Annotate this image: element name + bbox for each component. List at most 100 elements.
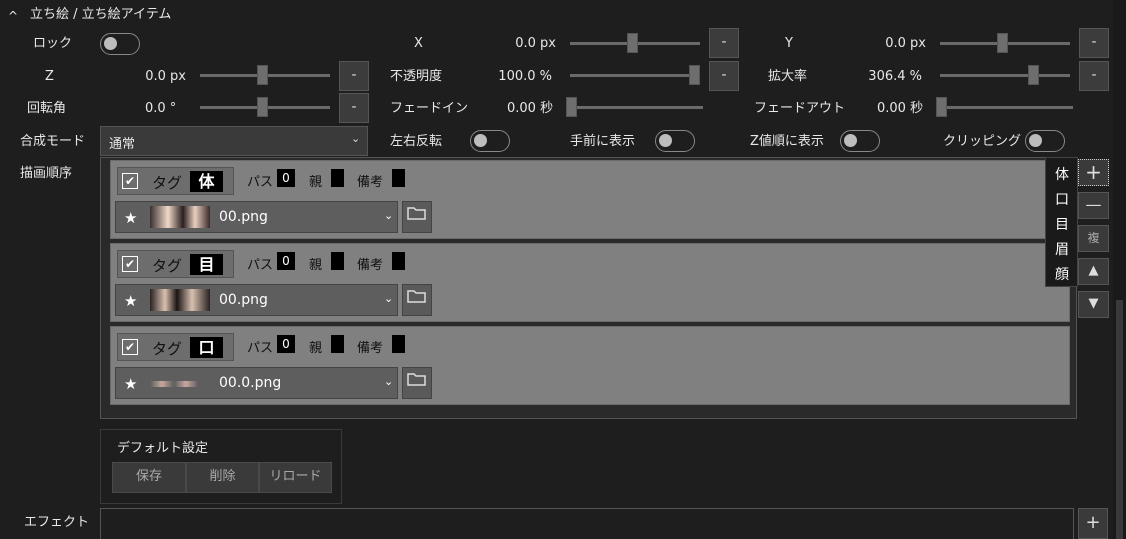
parent-value[interactable] xyxy=(331,335,344,353)
pass-value[interactable]: 0 xyxy=(277,169,295,187)
parent-value[interactable] xyxy=(331,169,344,187)
rotation-value[interactable]: 0.0 ° xyxy=(145,101,176,117)
scrollbar-thumb[interactable] xyxy=(1116,300,1123,539)
move-up-button[interactable]: ▲ xyxy=(1078,258,1109,285)
opacity-value[interactable]: 100.0 % xyxy=(476,69,552,85)
y-slider-thumb[interactable] xyxy=(997,33,1008,53)
zorder-label: Z値順に表示 xyxy=(750,134,824,149)
parent-label: 親 xyxy=(309,175,323,190)
file-name: 00.0.png xyxy=(219,375,282,391)
lock-label: ロック xyxy=(33,36,73,51)
chevron-down-icon: ⌄ xyxy=(384,209,394,222)
popup-item[interactable]: 顔 xyxy=(1055,264,1069,284)
lock-toggle[interactable] xyxy=(100,33,140,55)
star-icon[interactable]: ★ xyxy=(124,292,137,310)
scale-value[interactable]: 306.4 % xyxy=(846,69,922,85)
popup-item[interactable]: 口 xyxy=(1055,189,1069,209)
rotation-slider-thumb[interactable] xyxy=(257,97,268,117)
tag-box[interactable]: ✔ タグ 口 xyxy=(117,333,234,361)
add-layer-button[interactable]: + xyxy=(1078,159,1109,186)
section-title: 立ち絵 / 立ち絵アイテム xyxy=(30,7,172,22)
fadein-slider-track[interactable] xyxy=(570,106,703,109)
x-value[interactable]: 0.0 px xyxy=(480,36,556,52)
flip-label: 左右反転 xyxy=(390,134,443,149)
star-icon[interactable]: ★ xyxy=(124,209,137,227)
z-value[interactable]: 0.0 px xyxy=(110,69,186,85)
vertical-scrollbar[interactable] xyxy=(1113,0,1126,539)
tag-value[interactable]: 体 xyxy=(190,171,223,192)
scale-slider-track[interactable] xyxy=(940,74,1070,77)
flip-toggle[interactable] xyxy=(470,130,510,152)
move-down-button[interactable]: ▼ xyxy=(1078,291,1109,318)
check-icon[interactable]: ✔ xyxy=(122,173,138,189)
note-label: 備考 xyxy=(357,258,384,273)
reload-button[interactable]: リロード xyxy=(259,462,332,493)
folder-icon[interactable] xyxy=(402,284,432,316)
opacity-slider-thumb[interactable] xyxy=(689,65,700,85)
effect-list[interactable] xyxy=(100,508,1074,539)
scale-minus-button[interactable]: - xyxy=(1079,61,1109,91)
blend-mode-select[interactable]: 通常 ⌄ xyxy=(100,126,368,156)
tag-box[interactable]: ✔ タグ 体 xyxy=(117,167,234,195)
pass-value[interactable]: 0 xyxy=(277,252,295,270)
y-minus-button[interactable]: - xyxy=(1079,28,1109,58)
front-toggle[interactable] xyxy=(655,130,695,152)
fadeout-slider-thumb[interactable] xyxy=(936,97,947,117)
clipping-toggle[interactable] xyxy=(1025,130,1065,152)
note-value[interactable] xyxy=(392,169,405,187)
folder-icon[interactable] xyxy=(402,201,432,233)
x-slider-thumb[interactable] xyxy=(627,33,638,53)
check-icon[interactable]: ✔ xyxy=(122,256,138,272)
file-thumbnail xyxy=(150,381,210,387)
parent-label: 親 xyxy=(309,258,323,273)
fadein-value[interactable]: 0.00 秒 xyxy=(507,101,553,117)
file-select[interactable]: ★ 00.png ⌄ xyxy=(115,201,398,233)
note-value[interactable] xyxy=(392,252,405,270)
x-minus-button[interactable]: - xyxy=(709,28,739,58)
check-icon[interactable]: ✔ xyxy=(122,339,138,355)
add-effect-button[interactable]: + xyxy=(1078,508,1108,539)
rotation-minus-button[interactable]: - xyxy=(339,93,369,123)
copy-layer-button[interactable]: 複 xyxy=(1078,225,1109,252)
chevron-down-icon: ⌄ xyxy=(384,292,394,305)
opacity-minus-button[interactable]: - xyxy=(709,61,739,91)
z-minus-button[interactable]: - xyxy=(339,61,369,91)
folder-icon[interactable] xyxy=(402,367,432,399)
popup-item[interactable]: 眉 xyxy=(1055,239,1069,259)
popup-item[interactable]: 体 xyxy=(1055,164,1069,184)
draw-order-label: 描画順序 xyxy=(20,166,73,181)
zorder-toggle[interactable] xyxy=(840,130,880,152)
pass-label: パス xyxy=(247,341,274,356)
tag-box[interactable]: ✔ タグ 目 xyxy=(117,250,234,278)
file-select[interactable]: ★ 00.png ⌄ xyxy=(115,284,398,316)
opacity-slider-track[interactable] xyxy=(570,74,700,77)
popup-item[interactable]: 目 xyxy=(1055,214,1069,234)
file-select[interactable]: ★ 00.0.png ⌄ xyxy=(115,367,398,399)
layer-item[interactable]: ✔ タグ 体 パス 0 親 備考 ★ 00.png ⌄ xyxy=(110,160,1070,239)
fadein-slider-thumb[interactable] xyxy=(566,97,577,117)
tag-value[interactable]: 口 xyxy=(190,337,223,358)
front-label: 手前に表示 xyxy=(570,134,636,149)
file-name: 00.png xyxy=(219,209,268,225)
remove-layer-button[interactable]: — xyxy=(1078,192,1109,219)
x-label: X xyxy=(414,36,423,51)
star-icon[interactable]: ★ xyxy=(124,375,137,393)
fadeout-slider-track[interactable] xyxy=(940,106,1073,109)
pass-value[interactable]: 0 xyxy=(277,335,295,353)
parent-value[interactable] xyxy=(331,252,344,270)
save-button[interactable]: 保存 xyxy=(112,462,186,493)
z-slider-thumb[interactable] xyxy=(257,65,268,85)
tag-label: タグ xyxy=(152,174,183,192)
tag-value[interactable]: 目 xyxy=(190,254,223,275)
y-value[interactable]: 0.0 px xyxy=(850,36,926,52)
rotation-label: 回転角 xyxy=(27,101,67,116)
clipping-label: クリッピング xyxy=(943,134,1022,149)
note-value[interactable] xyxy=(392,335,405,353)
scale-slider-thumb[interactable] xyxy=(1028,65,1039,85)
delete-button[interactable]: 削除 xyxy=(186,462,259,493)
fadeout-value[interactable]: 0.00 秒 xyxy=(877,101,923,117)
layer-item[interactable]: ✔ タグ 目 パス 0 親 備考 ★ 00.png ⌄ xyxy=(110,243,1070,322)
layer-item[interactable]: ✔ タグ 口 パス 0 親 備考 ★ 00.0.png ⌄ xyxy=(110,326,1070,405)
pass-label: パス xyxy=(247,258,274,273)
collapse-chevron-icon[interactable]: ^ xyxy=(8,8,18,24)
